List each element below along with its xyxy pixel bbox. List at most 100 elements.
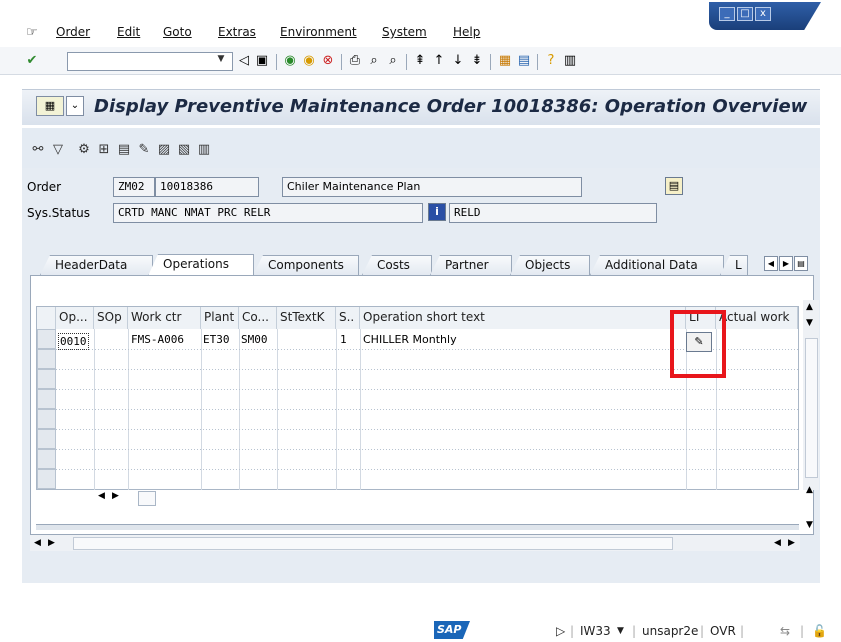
- insert-icon[interactable]: ⊞: [96, 142, 112, 158]
- scroll-down-icon[interactable]: ▼: [806, 318, 813, 328]
- first-page-icon[interactable]: ⇞: [412, 53, 428, 69]
- status-separator: |: [740, 624, 745, 638]
- column-header[interactable]: Op...: [56, 307, 94, 329]
- tab-headerdata[interactable]: HeaderData: [40, 255, 153, 275]
- command-field[interactable]: [67, 52, 233, 71]
- column-header[interactable]: Co...: [239, 307, 277, 329]
- menu-icon[interactable]: ☞: [26, 25, 38, 40]
- system-condition-cell[interactable]: 1: [340, 331, 347, 349]
- lock-icon[interactable]: 🔓: [812, 624, 827, 638]
- filter-icon[interactable]: ▽: [50, 142, 66, 158]
- work-center-cell[interactable]: FMS-A006: [131, 331, 184, 349]
- horizontal-scrollbar-thumb[interactable]: [73, 537, 673, 550]
- row-selector[interactable]: [37, 469, 56, 489]
- column-header[interactable]: StTextK: [277, 307, 336, 329]
- prev-page-icon[interactable]: ↑: [431, 53, 447, 69]
- object-services-icon[interactable]: ▦: [36, 96, 64, 116]
- vertical-scrollbar-thumb[interactable]: [805, 338, 818, 478]
- menu-extras[interactable]: Extras: [218, 25, 256, 39]
- operation-number-cell[interactable]: 0010: [58, 333, 89, 350]
- edit-icon[interactable]: ✎: [136, 142, 152, 158]
- column-header[interactable]: Plant: [201, 307, 239, 329]
- layout-icon[interactable]: ▥: [562, 53, 578, 69]
- tab-scroll-right-icon[interactable]: ▶: [779, 256, 793, 271]
- save-icon[interactable]: ▣: [254, 53, 270, 69]
- scroll-right-icon[interactable]: ▶: [788, 538, 795, 548]
- scroll-up-icon[interactable]: ▲: [806, 485, 813, 495]
- order-type-field[interactable]: ZM02: [113, 177, 155, 197]
- scroll-right-icon[interactable]: ▶: [112, 491, 119, 501]
- menu-edit[interactable]: Edit: [117, 25, 140, 39]
- column-header[interactable]: S..: [336, 307, 360, 329]
- back-icon[interactable]: ◁: [236, 53, 252, 69]
- plant-cell[interactable]: ET30: [203, 331, 230, 349]
- cancel-icon[interactable]: ⊗: [320, 53, 336, 69]
- column-header[interactable]: SOp: [94, 307, 128, 329]
- tab-partner[interactable]: Partner: [430, 255, 512, 275]
- help-icon[interactable]: ?: [543, 53, 559, 69]
- info-icon[interactable]: i: [428, 203, 446, 221]
- column-header[interactable]: Operation short text: [360, 307, 686, 329]
- scroll-right-icon[interactable]: ▶: [48, 538, 55, 548]
- scroll-left-icon[interactable]: ◀: [98, 491, 105, 501]
- tab-components[interactable]: Components: [253, 255, 359, 275]
- print-icon[interactable]: ⎙: [347, 53, 363, 69]
- last-page-icon[interactable]: ⇟: [469, 53, 485, 69]
- list-icon[interactable]: ▧: [176, 142, 192, 158]
- find-next-icon[interactable]: ⌕: [385, 53, 401, 69]
- row-selector[interactable]: [37, 389, 56, 409]
- sys-status-field[interactable]: CRTD MANC NMAT PRC RELR: [113, 203, 423, 223]
- tab-list-icon[interactable]: ▤: [794, 256, 808, 271]
- play-icon[interactable]: ▷: [556, 624, 565, 638]
- operation-short-text-cell[interactable]: CHILLER Monthly: [363, 331, 457, 349]
- chevron-down-icon[interactable]: ▼: [213, 54, 229, 69]
- column-header[interactable]: Work ctr: [128, 307, 201, 329]
- row-selector[interactable]: [37, 409, 56, 429]
- chevron-down-icon[interactable]: ⌄: [66, 96, 84, 116]
- long-text-icon[interactable]: ▤: [665, 177, 683, 195]
- new-session-icon[interactable]: ▦: [497, 53, 513, 69]
- menu-goto[interactable]: Goto: [163, 25, 192, 39]
- user-status-field[interactable]: RELD: [449, 203, 657, 223]
- tab-costs[interactable]: Costs: [362, 255, 432, 275]
- horizontal-scrollbar-thumb[interactable]: [138, 491, 156, 506]
- row-selector[interactable]: [37, 369, 56, 389]
- back-green-icon[interactable]: ◉: [282, 53, 298, 69]
- maximize-button[interactable]: □: [737, 7, 753, 21]
- tab-operations[interactable]: Operations: [148, 254, 254, 276]
- next-page-icon[interactable]: ↓: [450, 53, 466, 69]
- network-icon[interactable]: ⚙: [76, 142, 92, 158]
- hierarchy-icon[interactable]: ⚯: [30, 142, 46, 158]
- order-description-field[interactable]: Chiler Maintenance Plan: [282, 177, 582, 197]
- find-icon[interactable]: ⌕: [366, 53, 382, 69]
- tab-additional-data[interactable]: Additional Data: [590, 255, 724, 275]
- menu-environment[interactable]: Environment: [280, 25, 357, 39]
- scroll-up-icon[interactable]: ▲: [806, 302, 813, 312]
- column-header[interactable]: Actual work: [716, 307, 798, 329]
- settings-icon[interactable]: ⇆: [780, 624, 790, 638]
- menu-help[interactable]: Help: [453, 25, 480, 39]
- chevron-down-icon[interactable]: ▼: [617, 626, 624, 636]
- enter-icon[interactable]: ✔: [24, 53, 40, 69]
- menu-system[interactable]: System: [382, 25, 427, 39]
- exit-icon[interactable]: ◉: [301, 53, 317, 69]
- scroll-down-icon[interactable]: ▼: [806, 520, 813, 530]
- menu-order[interactable]: Order: [56, 25, 90, 39]
- control-key-cell[interactable]: SM00: [241, 331, 268, 349]
- order-number-field[interactable]: 10018386: [155, 177, 259, 197]
- close-button[interactable]: x: [755, 7, 771, 21]
- minimize-button[interactable]: _: [719, 7, 735, 21]
- report-icon[interactable]: ▥: [196, 142, 212, 158]
- document-icon[interactable]: ▤: [116, 142, 132, 158]
- row-selector[interactable]: [37, 329, 56, 349]
- row-selector[interactable]: [37, 429, 56, 449]
- row-selector[interactable]: [37, 349, 56, 369]
- row-selector[interactable]: [37, 449, 56, 469]
- tab-objects[interactable]: Objects: [510, 255, 590, 275]
- scroll-left-icon[interactable]: ◀: [34, 538, 41, 548]
- select-all-header[interactable]: [37, 307, 56, 329]
- shortcut-icon[interactable]: ▤: [516, 53, 532, 69]
- scroll-left-icon[interactable]: ◀: [774, 538, 781, 548]
- materials-icon[interactable]: ▨: [156, 142, 172, 158]
- tab-scroll-left-icon[interactable]: ◀: [764, 256, 778, 271]
